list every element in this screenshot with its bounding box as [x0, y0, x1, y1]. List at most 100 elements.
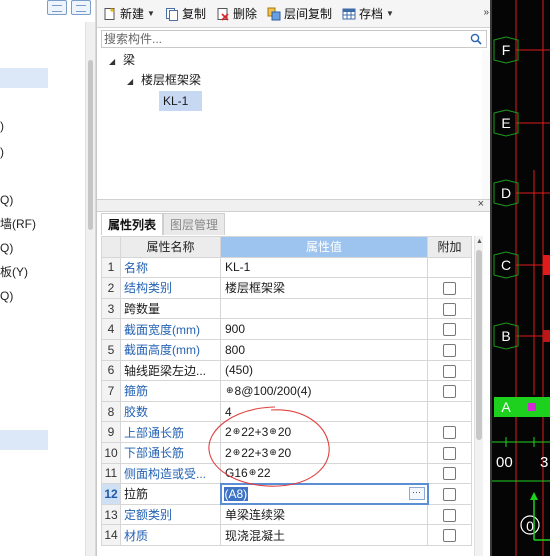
- tree-item[interactable]: Q): [0, 286, 13, 306]
- property-value[interactable]: 单梁连续梁: [220, 503, 428, 526]
- value-text[interactable]: (A8): [223, 486, 249, 501]
- property-row[interactable]: 2 结构类别 楼层框架梁: [101, 277, 472, 299]
- property-value[interactable]: 2⊕22+3⊕20: [220, 441, 428, 464]
- tree-view-icon[interactable]: [47, 0, 67, 15]
- extra-checkbox[interactable]: [443, 446, 456, 460]
- property-value-header[interactable]: 属性值: [220, 236, 428, 258]
- value-text: 4: [225, 404, 232, 419]
- property-scrollbar[interactable]: ▲: [474, 236, 483, 556]
- property-value[interactable]: (450): [220, 359, 428, 382]
- tree-item[interactable]: ): [0, 116, 4, 136]
- property-row[interactable]: 7 箍筋 ⊕8@100/200(4): [101, 380, 472, 402]
- extra-cell: [427, 297, 472, 320]
- expand-triangle-icon[interactable]: ◢: [127, 72, 135, 92]
- axis-label[interactable]: D: [501, 185, 511, 201]
- property-value[interactable]: 4: [220, 400, 428, 423]
- property-value[interactable]: 现浇混凝土: [220, 524, 428, 546]
- toolbar-overflow-button[interactable]: »: [483, 7, 488, 18]
- extra-checkbox[interactable]: [443, 508, 456, 522]
- tree-node-label: 楼层框架梁: [141, 73, 202, 87]
- property-name-header[interactable]: 属性名称: [120, 236, 221, 258]
- extra-checkbox[interactable]: [443, 343, 456, 357]
- property-value-editor[interactable]: (A8) ···: [219, 482, 429, 506]
- tree-item-selected[interactable]: [0, 430, 48, 450]
- value-part: G16: [225, 466, 248, 481]
- property-row[interactable]: 13 定额类别 单梁连续梁: [101, 503, 472, 526]
- property-row[interactable]: 3 跨数量: [101, 297, 472, 320]
- component-search[interactable]: [101, 30, 487, 48]
- origin-label: 0: [526, 518, 534, 534]
- left-scrollbar[interactable]: [85, 22, 95, 556]
- property-row[interactable]: 4 截面宽度(mm) 900: [101, 318, 472, 340]
- extra-checkbox[interactable]: [443, 529, 456, 543]
- axis-label[interactable]: F: [502, 42, 511, 58]
- tree-node-floor-frame-beam[interactable]: ◢ 楼层框架梁: [127, 70, 201, 90]
- property-row[interactable]: 6 轴线距梁左边... (450): [101, 359, 472, 382]
- property-name: 材质: [120, 524, 221, 546]
- extra-checkbox[interactable]: [443, 302, 456, 316]
- copy-button[interactable]: 复制: [165, 3, 206, 25]
- cad-viewport[interactable]: F E D C B A 00 3 0: [490, 0, 550, 556]
- extra-checkbox[interactable]: [443, 385, 456, 399]
- tree-node-beam[interactable]: ◢ 梁: [109, 50, 135, 70]
- property-row[interactable]: 8 胶数 4: [101, 400, 472, 423]
- tree-node-kl-1[interactable]: KL-1: [159, 91, 203, 111]
- scrollbar-thumb[interactable]: [476, 250, 482, 440]
- extra-checkbox[interactable]: [443, 282, 456, 296]
- property-value[interactable]: G16⊕22: [220, 462, 428, 485]
- property-name: 轴线距梁左边...: [120, 359, 221, 382]
- tree-scrollbar[interactable]: [482, 50, 490, 200]
- close-icon[interactable]: ×: [478, 198, 484, 210]
- cad-drawing[interactable]: F E D C B A 00 3 0: [490, 0, 550, 556]
- property-row[interactable]: 12 拉筋 (A8) ···: [101, 482, 472, 506]
- extra-checkbox[interactable]: [443, 488, 457, 502]
- search-icon[interactable]: [470, 33, 482, 45]
- property-row[interactable]: 10 下部通长筋 2⊕22+3⊕20: [101, 441, 472, 464]
- search-input[interactable]: [104, 31, 464, 47]
- axis-label[interactable]: C: [501, 257, 511, 273]
- rebar-grade-icon: ⊕: [232, 446, 241, 457]
- property-value[interactable]: 900: [220, 318, 428, 340]
- property-value[interactable]: 800: [220, 338, 428, 361]
- tree-item[interactable]: 墙(RF): [0, 214, 36, 234]
- property-row[interactable]: 14 材质 现浇混凝土: [101, 524, 472, 546]
- scroll-up-icon[interactable]: ▲: [476, 238, 483, 245]
- delete-button[interactable]: 删除: [216, 3, 257, 25]
- tree-item[interactable]: Q): [0, 190, 13, 210]
- property-row[interactable]: 1 名称 KL-1: [101, 256, 472, 279]
- save-button[interactable]: 存档 ▼: [342, 3, 394, 25]
- tree-item[interactable]: Q): [0, 238, 13, 258]
- expand-triangle-icon[interactable]: ◢: [109, 52, 117, 72]
- floor-copy-button[interactable]: 层间复制: [267, 3, 332, 25]
- panel-splitter[interactable]: ×: [97, 198, 491, 212]
- property-value[interactable]: 2⊕22+3⊕20: [220, 421, 428, 443]
- property-value[interactable]: 楼层框架梁: [220, 277, 428, 299]
- tree-item[interactable]: 板(Y): [0, 262, 28, 282]
- extra-checkbox[interactable]: [443, 364, 456, 378]
- row-number: 14: [101, 524, 121, 546]
- property-row[interactable]: 11 侧面构造或受... G16⊕22: [101, 462, 472, 485]
- tree-item[interactable]: ): [0, 142, 4, 162]
- ellipsis-button[interactable]: ···: [408, 486, 425, 500]
- extra-checkbox[interactable]: [443, 426, 456, 440]
- list-view-icon[interactable]: [71, 0, 91, 15]
- tab-property-list[interactable]: 属性列表: [101, 213, 164, 235]
- axis-label[interactable]: B: [501, 328, 510, 344]
- property-name: 跨数量: [120, 297, 221, 320]
- axis-label[interactable]: A: [501, 399, 511, 415]
- property-value[interactable]: KL-1: [220, 256, 428, 279]
- scrollbar-thumb[interactable]: [88, 60, 93, 230]
- property-row[interactable]: 9 上部通长筋 2⊕22+3⊕20: [101, 421, 472, 443]
- row-number: 12: [101, 483, 121, 505]
- extra-header[interactable]: 附加: [427, 236, 472, 258]
- property-value[interactable]: ⊕8@100/200(4): [220, 380, 428, 402]
- extra-checkbox[interactable]: [443, 323, 456, 337]
- extra-checkbox[interactable]: [443, 467, 456, 481]
- new-button[interactable]: 新建 ▼: [103, 3, 155, 25]
- axis-label[interactable]: E: [501, 115, 510, 131]
- property-value[interactable]: [220, 297, 428, 320]
- property-row[interactable]: 5 截面高度(mm) 800: [101, 338, 472, 361]
- row-number: 10: [101, 441, 121, 464]
- tab-layer-management[interactable]: 图层管理: [163, 213, 226, 235]
- tree-item-selected[interactable]: [0, 68, 48, 88]
